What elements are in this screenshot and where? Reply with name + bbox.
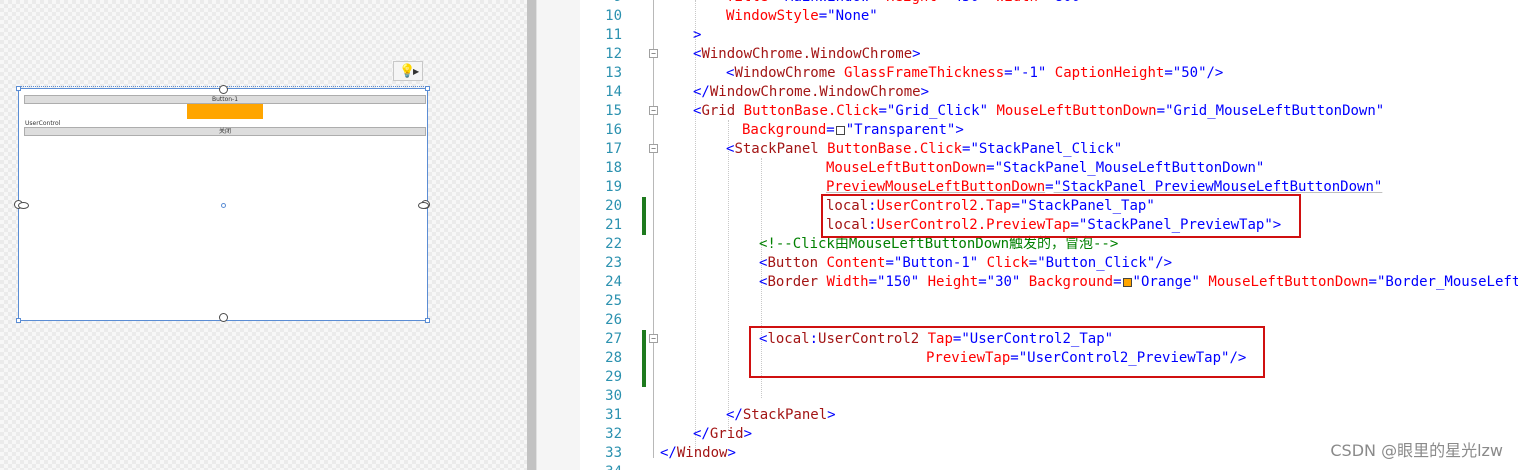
code-line-16[interactable]: 16 Background= "Transparent"> <box>580 121 1518 140</box>
code-line-11[interactable]: 11 > <box>580 26 1518 45</box>
code-line-14[interactable]: 14 </WindowChrome.WindowChrome> <box>580 83 1518 102</box>
line-number: 13 <box>605 65 622 81</box>
xaml-code-editor[interactable]: − − − − 9Title="MainWindow" Height="450"… <box>580 0 1518 470</box>
code-line-30[interactable]: 30 <box>580 387 1518 406</box>
line-number: 34 <box>580 463 622 470</box>
code-text: MouseLeftButtonDown="StackPanel_MouseLef… <box>826 160 1265 176</box>
line-number: 21 <box>605 217 622 233</box>
code-line-24[interactable]: 24 <Border Width="150" Height="30" Backgr… <box>580 273 1518 292</box>
anchor-handle-top[interactable] <box>219 85 228 94</box>
resize-handle-bottom-right[interactable] <box>425 318 430 323</box>
line-number: 17 <box>605 141 622 157</box>
line-number: 25 <box>605 293 622 309</box>
preview-orange-border[interactable] <box>187 104 263 119</box>
line-number: 33 <box>605 445 622 461</box>
preview-close-button[interactable]: 关闭 <box>24 127 426 136</box>
color-swatch-icon <box>1122 278 1132 287</box>
dropdown-arrow-icon: ▶ <box>413 67 420 76</box>
pane-splitter[interactable] <box>527 0 536 470</box>
code-line-15[interactable]: 15 <Grid ButtonBase.Click="Grid_Click" Mo… <box>580 102 1518 121</box>
resize-handle-top-left[interactable] <box>16 86 21 91</box>
line-number: 14 <box>605 84 622 100</box>
line-number: 26 <box>605 312 622 328</box>
code-text: WindowStyle="None" <box>726 8 878 24</box>
code-text: </Grid> <box>693 426 753 442</box>
code-text: <Border Width="150" Height="30" Backgrou… <box>759 274 1518 290</box>
line-number: 16 <box>605 122 622 138</box>
code-text: <Grid ButtonBase.Click="Grid_Click" Mous… <box>693 103 1385 119</box>
code-line-25[interactable]: 25 <box>580 292 1518 311</box>
quick-actions-button[interactable]: 💡 ▶ <box>393 61 423 81</box>
line-number: 32 <box>605 426 622 442</box>
line-number: 15 <box>605 103 622 119</box>
code-line-10[interactable]: 10 WindowStyle="None" <box>580 7 1518 26</box>
line-number: 10 <box>605 8 622 24</box>
anchor-handle-left-link <box>18 202 29 209</box>
code-text: </Window> <box>660 445 736 461</box>
line-number: 11 <box>605 27 622 43</box>
code-text: Background= "Transparent"> <box>742 122 964 138</box>
line-number: 19 <box>605 179 622 195</box>
line-number: 12 <box>605 46 622 62</box>
code-line-31[interactable]: 31 </StackPanel> <box>580 406 1518 425</box>
code-text: <StackPanel ButtonBase.Click="StackPanel… <box>726 141 1123 157</box>
code-line-23[interactable]: 23 <Button Content="Button-1" Click="Butt… <box>580 254 1518 273</box>
resize-handle-top-right[interactable] <box>425 86 430 91</box>
code-text: <WindowChrome.WindowChrome> <box>693 46 921 62</box>
editor-margin <box>536 0 580 470</box>
xaml-designer-surface[interactable]: 💡 ▶ Button-1 UserControl 关闭 <box>0 0 527 470</box>
highlight-box-usercontrol2 <box>749 326 1265 378</box>
preview-button-1[interactable]: Button-1 <box>24 95 426 104</box>
line-number: 20 <box>605 198 622 214</box>
highlight-box-stackpanel-tap <box>821 194 1301 238</box>
line-number: 18 <box>605 160 622 176</box>
line-number: 28 <box>605 350 622 366</box>
watermark: CSDN @眼里的星光lzw <box>1330 441 1503 460</box>
line-number: 30 <box>605 388 622 404</box>
code-text: Title="MainWindow" Height="450" Width="8… <box>726 0 1089 7</box>
code-line-9[interactable]: 9 Title="MainWindow" Height="450" Width="… <box>580 0 1518 7</box>
resize-handle-bottom-left[interactable] <box>16 318 21 323</box>
code-line-17[interactable]: 17 <StackPanel ButtonBase.Click="StackPan… <box>580 140 1518 159</box>
line-number: 23 <box>605 255 622 271</box>
code-text: <Button Content="Button-1" Click="Button… <box>759 255 1173 271</box>
line-number: 31 <box>605 407 622 423</box>
line-number: 9 <box>580 0 622 7</box>
center-handle[interactable] <box>221 203 226 208</box>
line-number: 22 <box>605 236 622 252</box>
code-text: <WindowChrome GlassFrameThickness="-1" C… <box>726 65 1224 81</box>
line-number: 27 <box>605 331 622 347</box>
code-line-12[interactable]: 12 <WindowChrome.WindowChrome> <box>580 45 1518 64</box>
anchor-handle-bottom[interactable] <box>219 313 228 322</box>
code-text: > <box>693 27 702 43</box>
line-number: 29 <box>605 369 622 385</box>
color-swatch-icon <box>835 126 845 135</box>
code-line-34[interactable]: 34 <box>580 463 1518 470</box>
code-text: </StackPanel> <box>726 407 836 423</box>
line-number: 24 <box>605 274 622 290</box>
code-text: </WindowChrome.WindowChrome> <box>693 84 930 100</box>
code-line-18[interactable]: 18 MouseLeftButtonDown="StackPanel_MouseL… <box>580 159 1518 178</box>
preview-usercontrol-label: UserControl <box>25 120 61 127</box>
code-line-13[interactable]: 13 <WindowChrome GlassFrameThickness="-1"… <box>580 64 1518 83</box>
anchor-handle-right-link <box>418 202 429 209</box>
